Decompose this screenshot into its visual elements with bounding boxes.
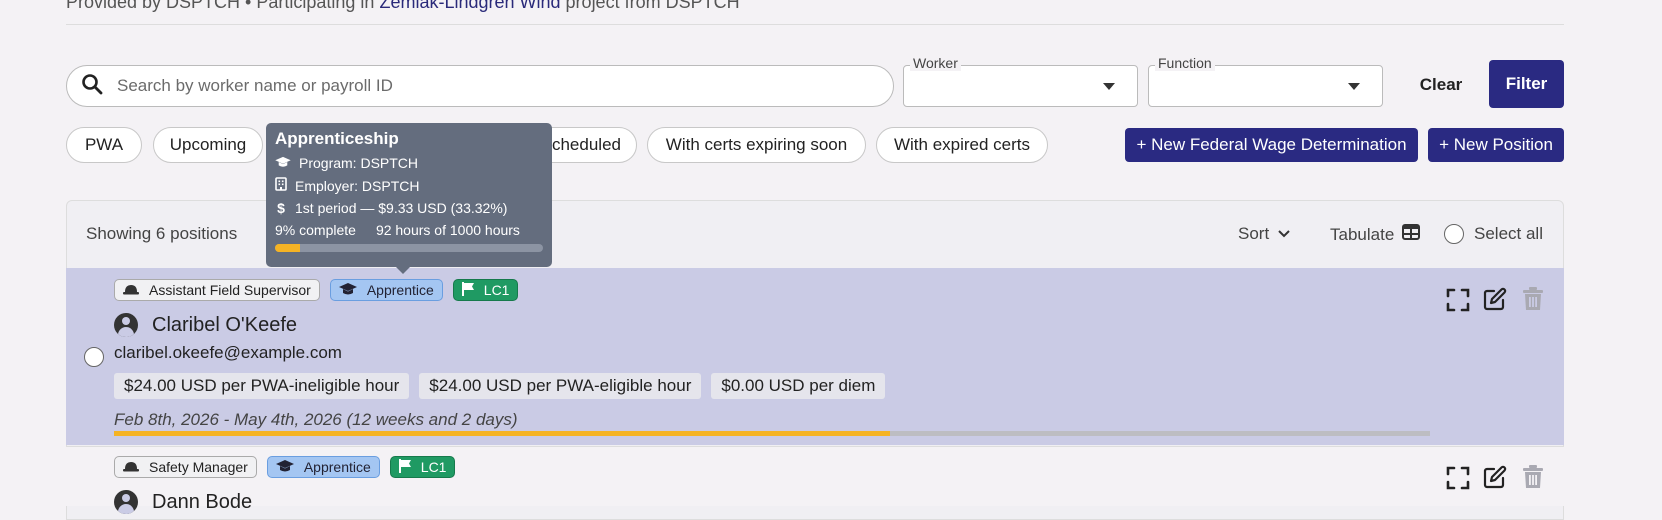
chip-upcoming[interactable]: Upcoming [153, 127, 263, 163]
building-icon [275, 177, 287, 194]
chip-pwa[interactable]: PWA [66, 127, 142, 163]
tooltip-progress-bar [275, 244, 543, 252]
graduation-cap-icon [275, 155, 291, 171]
rate-pwa-eligible: $24.00 USD per PWA-eligible hour [419, 373, 702, 399]
tooltip-complete: 9% complete [275, 222, 356, 238]
date-range: Feb 8th, 2026 - May 4th, 2026 (12 weeks … [114, 410, 518, 429]
tooltip-period: $ 1st period — $9.33 USD (33.32%) [275, 200, 543, 216]
table-icon [1402, 224, 1421, 245]
rate-per-diem: $0.00 USD per diem [711, 373, 886, 399]
tooltip-program: Program: DSPTCH [275, 155, 543, 171]
person-circle-icon [114, 313, 138, 337]
tabulate-label: Tabulate [1330, 224, 1395, 244]
function-select[interactable]: Function [1148, 55, 1383, 107]
trash-icon[interactable] [1522, 287, 1546, 311]
row-checkbox[interactable] [84, 347, 104, 367]
select-all-label: Select all [1474, 224, 1543, 243]
worker-select-label: Worker [910, 55, 961, 71]
tooltip-employer: Employer: DSPTCH [275, 177, 543, 194]
chip-expired-certs[interactable]: With expired certs [876, 127, 1048, 163]
dollar-icon: $ [277, 200, 285, 216]
chip-certs-expiring[interactable]: With certs expiring soon [647, 127, 866, 163]
header-divider [66, 24, 1564, 25]
worker-email: claribel.okeefe@example.com [114, 343, 342, 362]
new-position-button[interactable]: + New Position [1428, 128, 1564, 162]
search-icon [81, 73, 103, 100]
rate-pwa-ineligible: $24.00 USD per PWA-ineligible hour [114, 373, 410, 399]
role-badge: Safety Manager [114, 456, 257, 478]
trash-icon[interactable] [1522, 465, 1546, 489]
level-badge: LC1 [389, 456, 456, 478]
worker-name[interactable]: Dann Bode [152, 491, 252, 514]
graduation-cap-icon [275, 459, 294, 476]
apprenticeship-tooltip: Apprenticeship Program: DSPTCH Employer:… [266, 123, 552, 274]
tooltip-progress-fill [275, 244, 300, 252]
worker-name-line: Claribel O'Keefe [114, 313, 297, 337]
project-link[interactable]: Zemlak-Lindgren Wind [379, 0, 560, 12]
expand-icon[interactable] [1446, 288, 1470, 312]
rate-list: $24.00 USD per PWA-ineligible hour $24.0… [114, 373, 886, 399]
expand-icon[interactable] [1446, 466, 1470, 490]
search-input[interactable] [115, 75, 875, 97]
edit-icon[interactable] [1483, 465, 1507, 489]
hard-hat-icon [123, 282, 139, 298]
worker-select[interactable]: Worker [903, 55, 1138, 107]
person-circle-icon [114, 490, 138, 514]
flag-icon [398, 458, 411, 476]
tooltip-stats: 9% complete 92 hours of 1000 hours [275, 222, 543, 238]
chevron-down-icon [1277, 224, 1291, 244]
row-badges: Assistant Field Supervisor Apprentice LC… [114, 279, 519, 301]
position-progress-fill [114, 431, 891, 436]
provided-suffix: project from DSPTCH [565, 0, 740, 12]
select-all[interactable]: Select all [1444, 224, 1543, 244]
edit-icon[interactable] [1483, 287, 1507, 311]
tabulate-button[interactable]: Tabulate [1330, 224, 1421, 245]
filter-button[interactable]: Filter [1489, 60, 1564, 108]
graduation-cap-icon [338, 282, 357, 299]
select-all-checkbox[interactable] [1444, 224, 1464, 244]
search-bar[interactable] [66, 65, 894, 107]
caret-down-icon [1348, 83, 1360, 90]
worker-name[interactable]: Claribel O'Keefe [152, 314, 297, 337]
flag-icon [461, 281, 474, 299]
type-badge: Apprentice [266, 456, 380, 478]
tooltip-title: Apprenticeship [275, 129, 399, 148]
provided-by-line: Provided by DSPTCH • Participating in Ze… [66, 0, 740, 13]
worker-name-line: Dann Bode [114, 490, 252, 514]
new-federal-wage-determination-button[interactable]: + New Federal Wage Determination [1125, 128, 1418, 162]
function-select-label: Function [1155, 55, 1215, 71]
role-badge: Assistant Field Supervisor [114, 279, 320, 301]
row-badges: Safety Manager Apprentice LC1 [114, 456, 456, 478]
type-badge: Apprentice [329, 279, 443, 301]
level-badge: LC1 [452, 279, 519, 301]
sort-button[interactable]: Sort [1238, 224, 1291, 244]
showing-count: Showing 6 positions [86, 224, 238, 243]
sort-label: Sort [1238, 224, 1270, 243]
provided-prefix: Provided by DSPTCH • Participating in [66, 0, 375, 12]
hard-hat-icon [123, 459, 139, 475]
caret-down-icon [1103, 83, 1115, 90]
position-progress-bar [114, 431, 1430, 436]
clear-button[interactable]: Clear [1408, 60, 1474, 110]
tooltip-hours: 92 hours of 1000 hours [375, 222, 520, 238]
